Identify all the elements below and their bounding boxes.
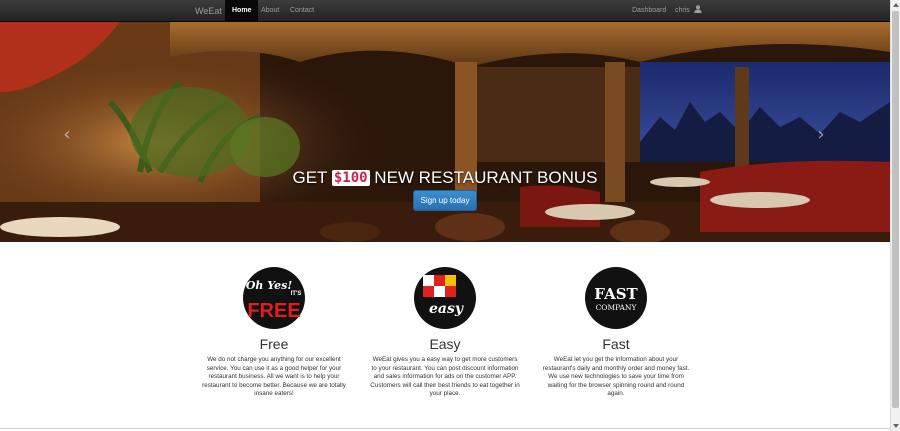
- user-icon: [694, 5, 702, 13]
- feature-free-text: We do not charge you anything for our ex…: [202, 356, 346, 397]
- free-logo-top-text: Oh Yes!: [246, 279, 292, 292]
- feature-free-title: Free: [259, 336, 289, 352]
- fast-company-logo-icon: FAST COMPANY: [585, 267, 647, 329]
- vertical-scrollbar[interactable]: [890, 0, 900, 431]
- caption-text-before: GET: [292, 168, 332, 187]
- nav-contact-link[interactable]: Contact: [290, 0, 314, 22]
- caption-text-after: NEW RESTAURANT BONUS: [369, 168, 598, 187]
- user-menu[interactable]: chris: [675, 0, 702, 22]
- feature-fast-text: WeEat let you get the information about …: [542, 356, 690, 397]
- carousel-next-button[interactable]: ›: [813, 125, 829, 145]
- feature-fast-title: Fast: [602, 336, 630, 352]
- nav-home-link[interactable]: Home: [225, 0, 259, 22]
- carousel-prev-button[interactable]: ‹: [59, 125, 75, 145]
- feature-easy: easy Easy WeEat gives you a easy way to …: [370, 267, 520, 399]
- dashboard-link[interactable]: Dashboard: [632, 0, 666, 22]
- feature-free: Oh Yes! IT'S FREE Free We do not charge …: [199, 267, 349, 399]
- feature-fast: FAST COMPANY Fast WeEat let you get the …: [541, 267, 691, 399]
- fast-logo-main-text: COMPANY: [596, 303, 638, 312]
- page-divider: [0, 428, 890, 429]
- top-navbar: WeEat Home About Contact Dashboard chris: [0, 0, 890, 22]
- nav-about-link[interactable]: About: [261, 0, 279, 22]
- easy-logo-icon: easy: [414, 267, 476, 329]
- carousel-caption: GET $100 NEW RESTAURANT BONUS: [0, 168, 890, 188]
- easy-logo-text: easy: [429, 301, 464, 317]
- free-logo-icon: Oh Yes! IT'S FREE: [243, 267, 305, 329]
- feature-easy-text: WeEat gives you a easy way to get more c…: [370, 356, 520, 397]
- scroll-thumb[interactable]: [892, 11, 899, 408]
- feature-easy-title: Easy: [429, 336, 461, 352]
- user-name: chris: [675, 7, 690, 14]
- bonus-amount-badge: $100: [331, 170, 370, 186]
- brand-link[interactable]: WeEat: [195, 0, 222, 22]
- chevron-left-icon: ‹: [63, 124, 71, 145]
- scroll-down-icon[interactable]: [893, 424, 899, 428]
- scroll-up-icon[interactable]: [893, 3, 899, 7]
- free-logo-main-text: FREE: [247, 300, 300, 322]
- free-logo-side-text: IT'S: [291, 291, 302, 297]
- chevron-right-icon: ›: [817, 124, 825, 145]
- fast-logo-top-text: FAST: [594, 285, 638, 303]
- hero-carousel: ‹ › GET $100 NEW RESTAURANT BONUS Sign u…: [0, 22, 890, 242]
- signup-button[interactable]: Sign up today: [413, 190, 477, 211]
